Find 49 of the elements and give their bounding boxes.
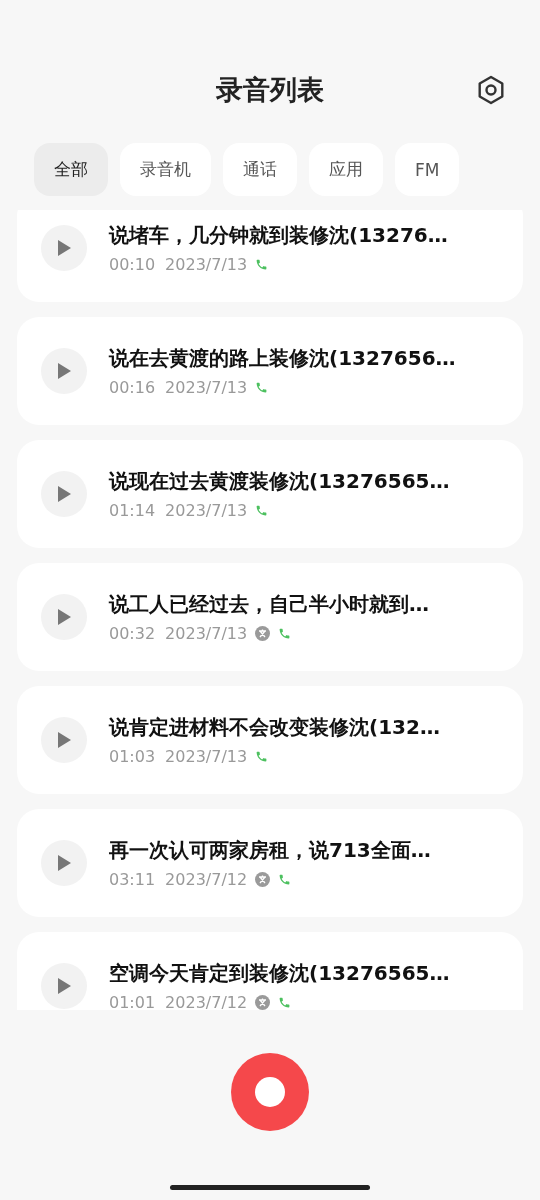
recording-title: 说现在过去黄渡装修沈(13276565… (109, 468, 450, 495)
recording-date: 2023/7/13 (165, 747, 248, 766)
settings-icon[interactable] (476, 75, 506, 105)
recording-title: 说堵车，几分钟就到装修沈(13276… (109, 222, 448, 249)
recording-duration: 00:10 (109, 255, 156, 274)
recording-date: 2023/7/13 (165, 378, 248, 397)
recording-card[interactable]: 说现在过去黄渡装修沈(13276565… 01:14 2023/7/13 (17, 440, 523, 548)
play-button[interactable] (41, 594, 87, 640)
recording-duration: 01:03 (109, 747, 156, 766)
recording-title: 空调今天肯定到装修沈(13276565… (109, 960, 450, 987)
play-button[interactable] (41, 348, 87, 394)
recording-duration: 03:11 (109, 870, 156, 889)
recording-card[interactable]: 说在去黄渡的路上装修沈(1327656… 00:16 2023/7/13 (17, 317, 523, 425)
recording-duration: 01:01 (109, 993, 156, 1010)
filter-tab[interactable]: 通话 (223, 143, 297, 196)
recording-card[interactable]: 说工人已经过去，自己半小时就到… 00:32 2023/7/13 (17, 563, 523, 671)
recording-date: 2023/7/13 (165, 624, 248, 643)
play-icon (57, 609, 71, 625)
play-icon (57, 855, 71, 871)
recording-card[interactable]: 说肯定进材料不会改变装修沈(132… 01:03 2023/7/13 (17, 686, 523, 794)
recording-card[interactable]: 空调今天肯定到装修沈(13276565… 01:01 2023/7/12 (17, 932, 523, 1010)
play-button[interactable] (41, 963, 87, 1009)
recording-title: 说工人已经过去，自己半小时就到… (109, 591, 429, 618)
play-button[interactable] (41, 717, 87, 763)
play-icon (57, 978, 71, 994)
recording-card[interactable]: 再一次认可两家房租，说713全面… 03:11 2023/7/12 (17, 809, 523, 917)
play-button[interactable] (41, 471, 87, 517)
recording-duration: 01:14 (109, 501, 156, 520)
page-title: 录音列表 (216, 73, 324, 107)
recording-title: 说在去黄渡的路上装修沈(1327656… (109, 345, 456, 372)
play-button[interactable] (41, 225, 87, 271)
recording-date: 2023/7/13 (165, 255, 248, 274)
recording-title: 再一次认可两家房租，说713全面… (109, 837, 431, 864)
recording-date: 2023/7/12 (165, 870, 248, 889)
recording-duration: 00:32 (109, 624, 156, 643)
recording-title: 说肯定进材料不会改变装修沈(132… (109, 714, 440, 741)
filter-tab[interactable]: FM (395, 143, 460, 196)
recording-duration: 00:16 (109, 378, 156, 397)
filter-tab[interactable]: 全部 (34, 143, 108, 196)
recording-date: 2023/7/13 (165, 501, 248, 520)
recording-card[interactable]: 说堵车，几分钟就到装修沈(13276… 00:10 2023/7/13 (17, 210, 523, 302)
recording-date: 2023/7/12 (165, 993, 248, 1010)
play-icon (57, 240, 71, 256)
play-icon (57, 363, 71, 379)
play-button[interactable] (41, 840, 87, 886)
play-icon (57, 732, 71, 748)
filter-tab[interactable]: 录音机 (120, 143, 211, 196)
filter-tab[interactable]: 应用 (309, 143, 383, 196)
play-icon (57, 486, 71, 502)
